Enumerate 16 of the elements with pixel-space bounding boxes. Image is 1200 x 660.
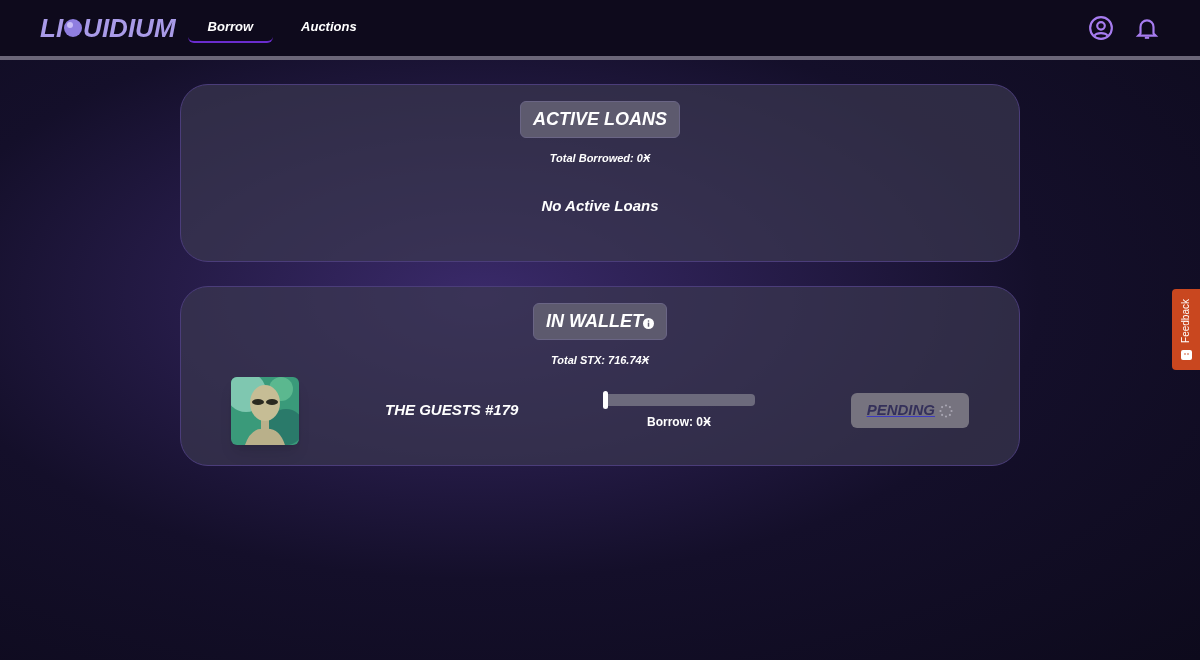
spinner-icon <box>939 403 953 418</box>
total-text: Total Borrowed: 0Ӿ <box>549 151 651 166</box>
section-title: ACTIVE LOANS <box>533 108 667 131</box>
feedback-tab[interactable]: Feedback <box>1172 289 1200 370</box>
total-text: Total STX: 716.74Ӿ <box>551 353 649 368</box>
slider-thumb[interactable] <box>603 390 608 409</box>
nav-tab[interactable]: Auctions <box>281 13 377 43</box>
section-title: IN WALLET <box>546 310 643 333</box>
nft-name: THE GUESTS #179 <box>385 400 520 421</box>
logo[interactable]: LI UIDIUM <box>40 8 176 48</box>
empty-message: No Active Loans <box>541 195 659 216</box>
borrow-amount: Borrow: 0Ӿ <box>647 413 711 431</box>
user-icon[interactable] <box>1088 15 1114 41</box>
smiley-icon <box>1180 349 1192 360</box>
info-icon <box>643 318 654 329</box>
nav-tab[interactable]: Borrow <box>187 13 274 43</box>
